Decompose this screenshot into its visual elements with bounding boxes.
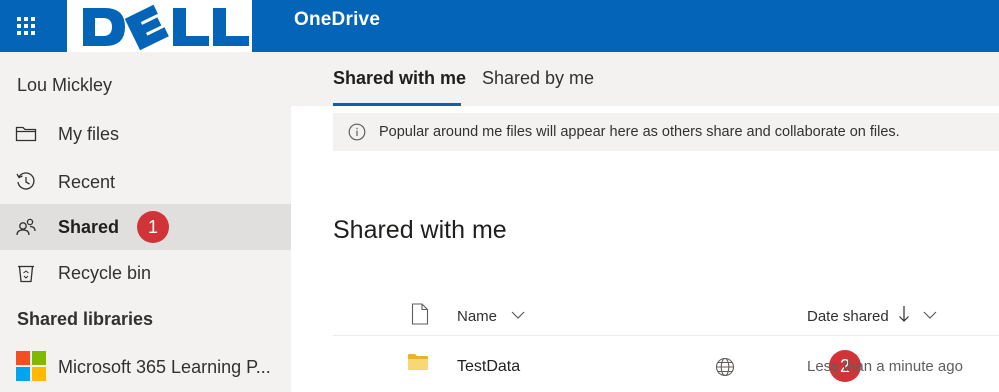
column-header-date-shared[interactable]: Date shared [807, 308, 889, 325]
tab-shared-with-me[interactable]: Shared with me [333, 68, 466, 89]
sidebar-item-label: Recycle bin [58, 263, 152, 283]
chevron-down-icon[interactable] [510, 308, 526, 322]
top-bar: OneDrive [0, 0, 999, 52]
folder-icon [15, 126, 37, 142]
info-banner: Popular around me files will appear here… [333, 113, 999, 151]
sidebar-item-label: My files [58, 124, 120, 144]
shared-libraries-heading: Shared libraries [17, 309, 154, 329]
sidebar-item-recent[interactable]: Recent [0, 159, 291, 205]
chevron-down-icon[interactable] [922, 308, 938, 322]
info-icon [348, 123, 366, 141]
date-shared: Less than a minute ago [807, 358, 963, 375]
globe-icon [715, 357, 735, 377]
sidebar-item-label: Shared [58, 217, 120, 237]
user-name: Lou Mickley [17, 75, 113, 95]
list-header: Name Date shared [333, 298, 999, 336]
page-title: Shared with me [333, 216, 507, 244]
active-tab-indicator [333, 103, 461, 106]
column-header-name[interactable]: Name [457, 308, 497, 325]
info-banner-text: Popular around me files will appear here… [379, 124, 900, 140]
library-item-microsoft-365-learning[interactable]: Microsoft 365 Learning P... [0, 343, 291, 392]
dell-logo[interactable] [67, 0, 252, 52]
left-navigation: Lou Mickley My files Recent Shared 1 Rec… [0, 52, 291, 392]
sidebar-item-my-files[interactable]: My files [0, 111, 291, 157]
history-icon [16, 172, 35, 190]
pivot-tabs: Shared with me Shared by me [291, 52, 999, 106]
people-icon [16, 218, 36, 236]
tab-shared-by-me[interactable]: Shared by me [482, 68, 594, 89]
recycle-bin-icon [18, 265, 34, 283]
list-item[interactable]: TestData 2 Less than a minute ago [333, 341, 999, 389]
main-content: Shared with me Shared by me Popular arou… [291, 52, 999, 392]
app-title[interactable]: OneDrive [294, 9, 380, 31]
sort-descending-icon [899, 306, 909, 322]
file-name[interactable]: TestData [457, 358, 520, 376]
sidebar-item-shared[interactable]: Shared 1 [0, 204, 291, 250]
folder-icon [408, 354, 428, 370]
step-badge: 1 [137, 211, 169, 243]
dell-logo-graphic [83, 4, 249, 51]
microsoft-logo-icon [16, 351, 46, 381]
sidebar-item-recycle-bin[interactable]: Recycle bin [0, 250, 291, 296]
sidebar-item-label: Recent [58, 172, 116, 192]
library-label: Microsoft 365 Learning P... [58, 357, 271, 377]
app-launcher-button[interactable] [6, 0, 46, 52]
file-type-icon[interactable] [411, 303, 429, 325]
onedrive-page: OneDrive Lou Mickley My files Recent Sha… [0, 0, 999, 392]
waffle-grid-icon [17, 17, 35, 35]
